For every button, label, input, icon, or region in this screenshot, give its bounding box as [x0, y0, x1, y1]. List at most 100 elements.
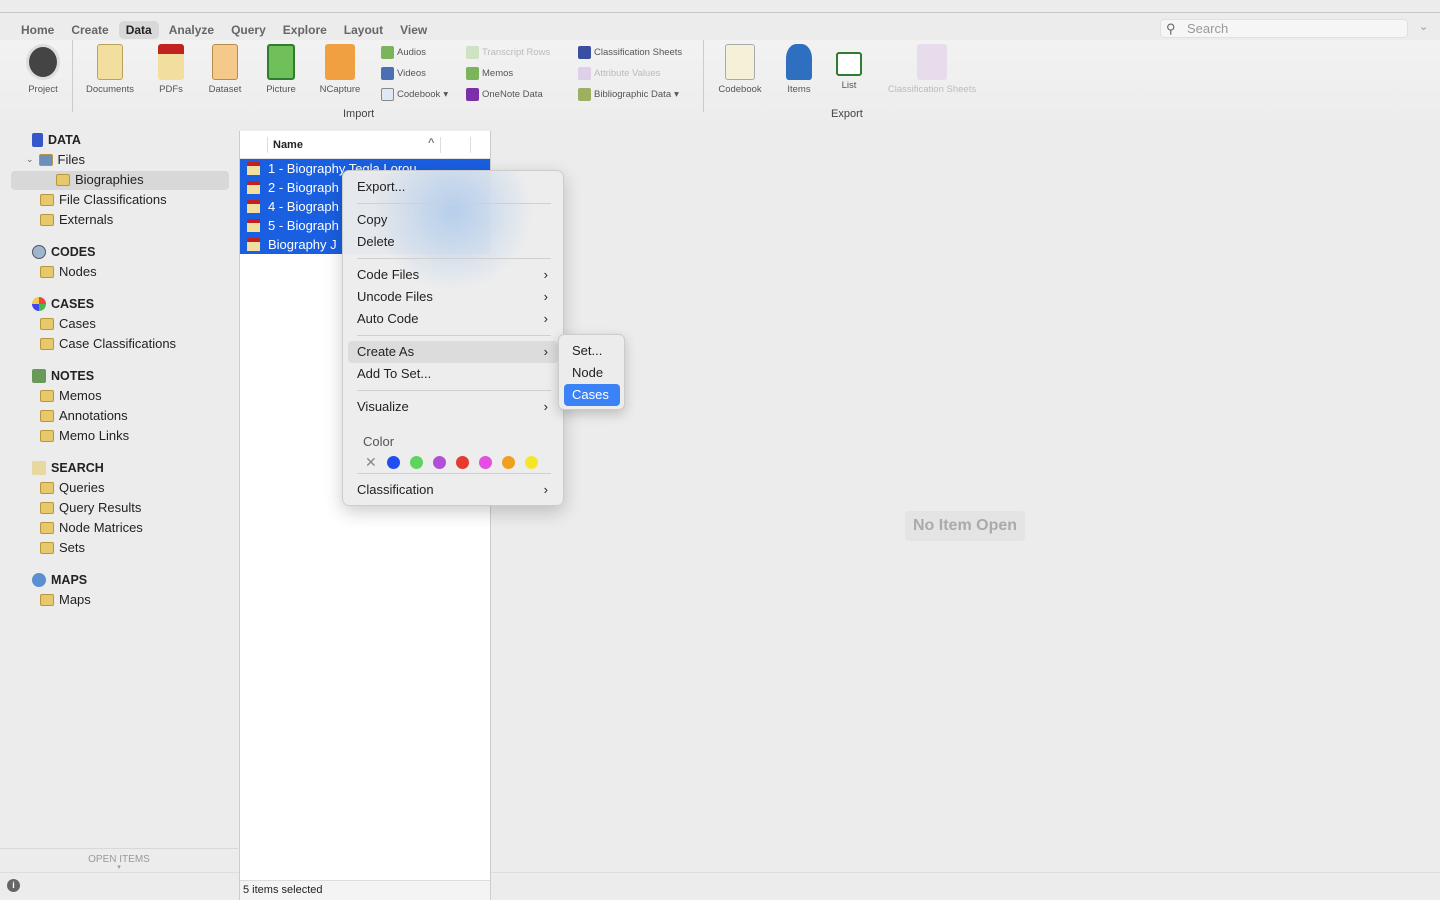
menu-item-export[interactable]: Export...	[348, 176, 558, 198]
color-picker: ✕	[365, 454, 538, 471]
menu-item-auto-code[interactable]: Auto Code ›	[348, 308, 558, 330]
menu-item-code-files[interactable]: Code Files ›	[348, 264, 558, 286]
import-picture-button[interactable]: Picture	[262, 44, 300, 95]
sidebar-item-memos[interactable]: Memos	[40, 388, 102, 403]
label: List	[841, 80, 857, 91]
import-videos-button[interactable]: Videos	[381, 67, 426, 80]
folder-icon	[40, 193, 54, 206]
sidebar-section-maps[interactable]: MAPS	[32, 573, 87, 587]
sidebar-item-case-classifications[interactable]: Case Classifications	[40, 336, 176, 351]
export-codebook-button[interactable]: Codebook	[716, 44, 764, 95]
import-onenote-button[interactable]: OneNote Data	[466, 88, 543, 101]
sidebar-item-nodes[interactable]: Nodes	[40, 264, 97, 279]
tab-view[interactable]: View	[393, 21, 434, 39]
sidebar-item-externals[interactable]: Externals	[40, 212, 113, 227]
import-codebook-button[interactable]: Codebook ▾	[381, 88, 448, 101]
sidebar-section-data[interactable]: DATA	[32, 133, 81, 147]
color-swatch-green[interactable]	[409, 456, 423, 469]
info-icon[interactable]: i	[7, 879, 20, 892]
label: Documents	[85, 84, 135, 95]
export-items-button[interactable]: Items	[783, 44, 815, 95]
import-pdfs-button[interactable]: PDFs	[153, 44, 189, 95]
sidebar-item-maps[interactable]: Maps	[40, 592, 91, 607]
menu-item-delete[interactable]: Delete	[348, 231, 558, 253]
color-label: Color	[363, 434, 395, 449]
tab-layout[interactable]: Layout	[337, 21, 390, 39]
import-dataset-button[interactable]: Dataset	[205, 44, 245, 95]
label: 5 - Biograph	[268, 218, 339, 233]
submenu-item-cases[interactable]: Cases	[564, 384, 620, 406]
export-list-button[interactable]: List	[833, 44, 865, 91]
sidebar: DATA ⌄ Files Biographies File Classificat…	[0, 131, 238, 900]
import-ncapture-button[interactable]: NCapture	[317, 44, 363, 95]
chevron-down-icon[interactable]: ⌄	[26, 154, 34, 165]
sidebar-item-memo-links[interactable]: Memo Links	[40, 428, 129, 443]
sidebar-item-files[interactable]: ⌄ Files	[26, 152, 85, 167]
sidebar-item-cases[interactable]: Cases	[40, 316, 96, 331]
import-audios-button[interactable]: Audios	[381, 46, 426, 59]
sidebar-item-annotations[interactable]: Annotations	[40, 408, 128, 423]
sidebar-section-search[interactable]: SEARCH	[32, 461, 104, 475]
tab-home[interactable]: Home	[14, 21, 61, 39]
sidebar-item-biographies[interactable]: Biographies	[56, 172, 144, 187]
sidebar-section-cases[interactable]: CASES	[32, 297, 94, 311]
menu-item-classification[interactable]: Classification ›	[348, 479, 558, 501]
label: OneNote Data	[482, 89, 543, 100]
sidebar-section-notes[interactable]: NOTES	[32, 369, 94, 383]
folder-icon	[40, 317, 54, 330]
color-swatch-red[interactable]	[455, 456, 469, 469]
submenu-item-node[interactable]: Node	[564, 362, 620, 384]
menu-item-uncode-files[interactable]: Uncode Files ›	[348, 286, 558, 308]
sidebar-item-queries[interactable]: Queries	[40, 480, 105, 495]
list-icon	[836, 52, 862, 76]
memo-icon	[466, 67, 479, 80]
label: CASES	[51, 297, 95, 311]
search-input[interactable]: ⚲ Search	[1160, 19, 1408, 38]
tab-create[interactable]: Create	[64, 21, 115, 39]
search-icon	[32, 461, 46, 475]
sidebar-item-sets[interactable]: Sets	[40, 540, 85, 555]
sidebar-item-file-classifications[interactable]: File Classifications	[40, 192, 167, 207]
tab-explore[interactable]: Explore	[276, 21, 334, 39]
sidebar-section-codes[interactable]: CODES	[32, 245, 95, 259]
tab-query[interactable]: Query	[224, 21, 273, 39]
import-documents-button[interactable]: Documents	[83, 44, 137, 95]
sidebar-item-node-matrices[interactable]: Node Matrices	[40, 520, 143, 535]
sidebar-item-query-results[interactable]: Query Results	[40, 500, 141, 515]
color-swatch-purple[interactable]	[432, 456, 446, 469]
chevron-right-icon: ›	[543, 482, 548, 497]
menu-item-create-as[interactable]: Create As ›	[348, 341, 558, 363]
menu-item-add-to-set[interactable]: Add To Set...	[348, 363, 558, 385]
project-button[interactable]: Project	[24, 44, 62, 95]
label: Audios	[397, 47, 427, 58]
color-swatch-pink[interactable]	[478, 456, 492, 469]
chevron-down-icon[interactable]: ⌄	[1419, 20, 1428, 33]
color-swatch-blue[interactable]	[386, 456, 400, 469]
label: Set...	[572, 343, 603, 358]
import-bibliographic-button[interactable]: Bibliographic Data ▾	[578, 88, 679, 101]
codebook-icon	[381, 88, 394, 101]
attribute-icon	[578, 67, 591, 80]
menu-item-copy[interactable]: Copy	[348, 209, 558, 231]
submenu-item-set[interactable]: Set...	[564, 340, 620, 362]
menu-separator	[357, 390, 551, 391]
cases-icon	[32, 297, 46, 311]
tab-analyze[interactable]: Analyze	[162, 21, 221, 39]
pdf-icon	[247, 162, 260, 175]
label: Name	[273, 139, 303, 151]
import-classification-sheets-button[interactable]: Classification Sheets	[578, 46, 682, 59]
label: 2 - Biograph	[268, 180, 339, 195]
color-swatch-yellow[interactable]	[524, 456, 538, 469]
open-items-toggle[interactable]: OPEN ITEMS ▾	[0, 848, 238, 871]
import-memos-button[interactable]: Memos	[466, 67, 513, 80]
chevron-down-icon: ▾	[117, 864, 121, 871]
menu-item-visualize[interactable]: Visualize ›	[348, 396, 558, 418]
folder-icon	[40, 409, 54, 422]
no-color-icon[interactable]: ✕	[365, 454, 377, 471]
color-swatch-orange[interactable]	[501, 456, 515, 469]
label: Code Files	[357, 267, 420, 282]
label: Cases	[59, 316, 96, 331]
tab-data[interactable]: Data	[118, 21, 159, 39]
column-header-name[interactable]: Name ^	[240, 131, 490, 159]
label: Externals	[59, 212, 114, 227]
